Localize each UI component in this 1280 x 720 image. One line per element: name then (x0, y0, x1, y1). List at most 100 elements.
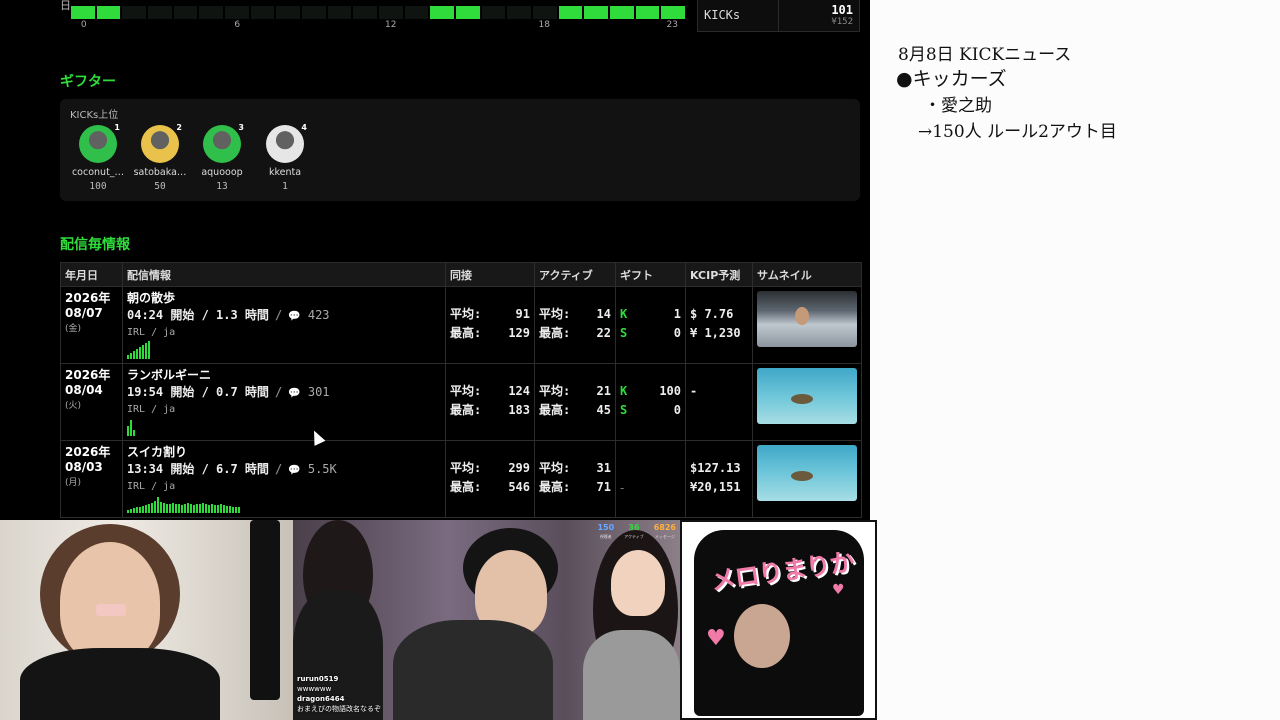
stream-title[interactable]: 朝の散歩 (127, 291, 441, 306)
hour-cell (558, 6, 583, 19)
stream-info-title: 配信毎情報 (60, 237, 130, 253)
chat-message: おまえびの物語改名なるぞ (297, 705, 381, 713)
thumbnail-cell[interactable] (752, 440, 862, 518)
stream-title[interactable]: ランボルギーニ (127, 368, 441, 383)
viewers-cell: 平均: 299 最高: 546 (445, 440, 535, 518)
comment-icon: 💬 (288, 388, 301, 399)
avatar: 3 (203, 123, 244, 163)
table-row[interactable]: 2026年 08/07 (金) 朝の散歩 04:24 開始 / 1.3 時間 / 💬 423… (60, 286, 862, 364)
viewer-stats-overlay: 150 視聴者 36 アクティブ 6826 メッセージ (597, 523, 676, 541)
hour-cell (225, 6, 249, 19)
gifter-name: aquooop (201, 167, 243, 178)
notes-line-rule: →150人 ルール2アウト目 (918, 122, 1117, 142)
gifters-subtitle: KICKs上位 (70, 110, 119, 121)
kicks-value: 101 (831, 3, 853, 17)
thumbnail-cell[interactable] (752, 286, 862, 364)
gifter-item[interactable]: 1 coconut_… 100 (66, 123, 130, 192)
gift-cell: - (615, 440, 686, 518)
date-cell: 2026年 08/03 (月) (60, 440, 123, 518)
active-cell: 平均: 14 最高: 22 (534, 286, 616, 364)
stream-thumbnail[interactable] (757, 291, 857, 347)
active-cell: 平均: 31 最高: 71 (534, 440, 616, 518)
camera-feed-3: メロりまりか ♥ ♥ (680, 520, 877, 720)
col-viewers[interactable]: 同接 (445, 262, 535, 287)
stream-info-cell[interactable]: 朝の散歩 04:24 開始 / 1.3 時間 / 💬 423 IRL / ja (122, 286, 446, 364)
hour-cell (173, 6, 198, 19)
table-row[interactable]: 2026年 08/04 (火) ランボルギーニ 19:54 開始 / 0.7 時間 / 💬 … (60, 363, 862, 441)
gifter-value: 100 (89, 181, 107, 192)
tshirt-face (734, 604, 790, 668)
hour-cell (584, 6, 609, 19)
gifter-value: 1 (282, 181, 288, 192)
col-thumbnail[interactable]: サムネイル (752, 262, 862, 287)
hour-tick-label: 23 (666, 20, 678, 30)
hour-cell (122, 6, 147, 19)
stream-table-header: 年月日 配信情報 同接 アクティブ ギフト KCIP予測 サムネイル (60, 262, 862, 287)
kcip-usd: $ 7.76 (690, 307, 734, 321)
stream-meta: 13:34 開始 / 6.7 時間 / 💬 5.5K (127, 462, 337, 476)
comment-icon: 💬 (288, 465, 301, 476)
chat-message: dragon6464 (297, 695, 345, 703)
kcip-usd: $127.13 (690, 461, 741, 475)
camera-feed-1 (0, 520, 293, 720)
kicks-label: KICKs (698, 0, 779, 31)
hour-cell (379, 6, 403, 19)
avatar: 2 (141, 123, 182, 163)
col-active[interactable]: アクティブ (534, 262, 616, 287)
hour-cell (533, 6, 557, 19)
gifter-item[interactable]: 4 kkenta 1 (253, 123, 317, 192)
stream-thumbnail[interactable] (757, 368, 857, 424)
col-kcip[interactable]: KCIP予測 (685, 262, 753, 287)
hour-tick-label: 18 (538, 20, 551, 30)
hourly-activity-chart: 日 0 6 12 18 23 (60, 0, 686, 32)
overlay-stat: 36 アクティブ (624, 523, 644, 539)
gifter-rank: 1 (114, 123, 120, 132)
col-stream-info[interactable]: 配信情報 (122, 262, 446, 287)
stream-info-cell[interactable]: ランボルギーニ 19:54 開始 / 0.7 時間 / 💬 301 IRL / ja (122, 363, 446, 441)
kick-badge-icon: K (620, 384, 628, 398)
gift-cell: K 100 S 0 (615, 363, 686, 441)
kcip-cell: $127.13 ¥20,151 (685, 440, 753, 518)
stream-table: 年月日 配信情報 同接 アクティブ ギフト KCIP予測 サムネイル 2026年… (60, 262, 862, 518)
kicks-yen: ¥152 (831, 17, 853, 27)
overlay-stat: 150 視聴者 (597, 523, 615, 539)
viewer-sparkline (127, 418, 441, 436)
hour-cell (430, 6, 455, 19)
col-gift[interactable]: ギフト (615, 262, 686, 287)
hour-grid (71, 6, 686, 19)
notes-line-kickers: ●キッカーズ (896, 68, 1007, 90)
hour-cell (635, 6, 660, 19)
camera-feed-2: 150 視聴者 36 アクティブ 6826 メッセージ rurun0519 wwwwww dr… (293, 520, 680, 720)
notes-heading: 8月8日 KICKニュース (898, 45, 1072, 65)
kcip-cell: - (685, 363, 753, 441)
notes-line-name: ・愛之助 (924, 96, 992, 116)
hour-cell (96, 6, 121, 19)
hour-cell (250, 6, 275, 19)
col-date[interactable]: 年月日 (60, 262, 123, 287)
hour-cell (404, 6, 429, 19)
table-row[interactable]: 2026年 08/03 (月) スイカ割り 13:34 開始 / 6.7 時間 / 💬 5.… (60, 440, 862, 518)
day-label: 日 (60, 0, 71, 12)
gifter-value: 50 (154, 181, 166, 192)
hour-cell (71, 6, 95, 19)
gifter-item[interactable]: 3 aquooop 13 (190, 123, 254, 192)
hour-cell (661, 6, 686, 19)
gifter-rank: 2 (176, 123, 182, 132)
news-notes-panel: 8月8日 KICKニュース ●キッカーズ ・愛之助 →150人 ルール2アウト目 (870, 0, 1280, 720)
stream-meta: 19:54 開始 / 0.7 時間 / 💬 301 (127, 385, 330, 399)
gifter-item[interactable]: 2 satobaka… 50 (128, 123, 192, 192)
hour-tick-label: 6 (234, 20, 241, 30)
hour-cell (353, 6, 378, 19)
date-cell: 2026年 08/07 (金) (60, 286, 123, 364)
stream-thumbnail[interactable] (757, 445, 857, 501)
gifter-value: 13 (216, 181, 228, 192)
kick-badge-icon: K (620, 307, 628, 321)
stream-title[interactable]: スイカ割り (127, 445, 441, 460)
viewers-cell: 平均: 91 最高: 129 (445, 286, 535, 364)
thumbnail-cell[interactable] (752, 363, 862, 441)
gifter-rank: 3 (238, 123, 244, 132)
gift-subs: 0 (673, 403, 681, 417)
stream-info-cell[interactable]: スイカ割り 13:34 開始 / 6.7 時間 / 💬 5.5K IRL / ja (122, 440, 446, 518)
chat-message: wwwwww (297, 685, 332, 693)
gifters-title: ギフター (60, 74, 116, 90)
